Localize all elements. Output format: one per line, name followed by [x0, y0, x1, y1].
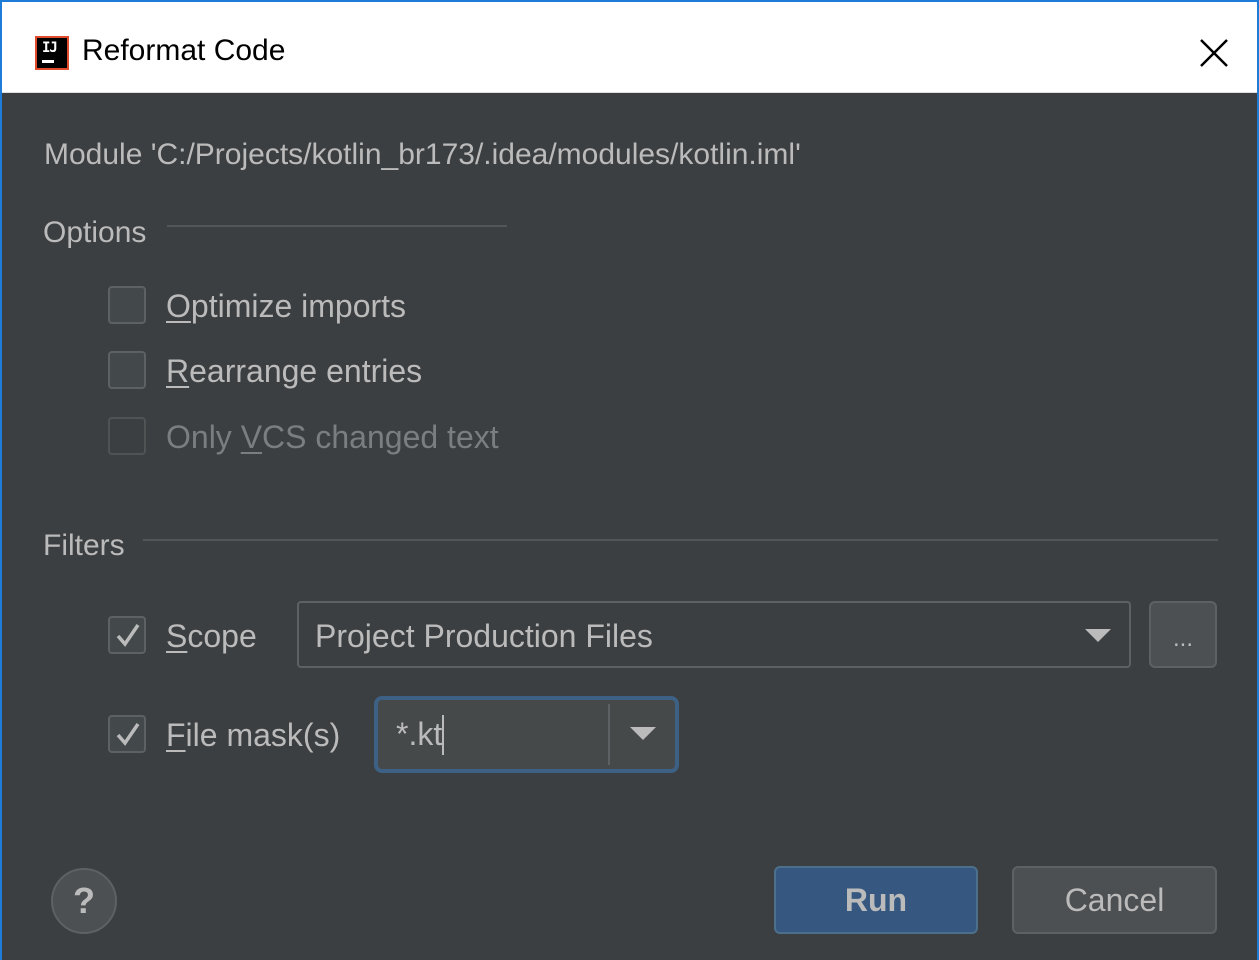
only-vcs-changed-text-checkbox: [108, 417, 146, 455]
cancel-button[interactable]: Cancel: [1012, 866, 1217, 934]
help-icon: ?: [73, 880, 95, 921]
browse-label: ...: [1172, 625, 1193, 652]
text-caret: [442, 715, 444, 755]
close-button[interactable]: [1185, 26, 1241, 82]
rearrange-entries-checkbox[interactable]: [108, 351, 146, 389]
title-bar: IJ Reformat Code: [2, 2, 1257, 93]
module-path-label: Module 'C:/Projects/kotlin_br173/.idea/m…: [44, 138, 801, 171]
only-vcs-changed-text-label: Only VCS changed text: [166, 419, 499, 455]
file-mask-input[interactable]: *.kt: [382, 704, 610, 765]
checkmark-icon: [116, 723, 140, 746]
file-mask-combobox[interactable]: *.kt: [374, 696, 679, 773]
scope-browse-button[interactable]: ...: [1149, 601, 1217, 668]
dropdown-arrow-icon: [1085, 629, 1111, 642]
rearrange-entries-label[interactable]: Rearrange entries: [166, 353, 422, 390]
options-section-label: Options: [43, 216, 147, 249]
file-mask-label[interactable]: File mask(s): [166, 717, 340, 754]
checkmark-icon: [116, 624, 140, 647]
scope-checkbox[interactable]: [108, 616, 146, 654]
reformat-code-dialog: IJ Reformat Code Module 'C:/Projects/kot…: [0, 0, 1259, 960]
file-mask-checkbox[interactable]: [108, 715, 146, 753]
help-button[interactable]: ?: [51, 868, 117, 934]
filters-section-label: Filters: [43, 529, 125, 562]
optimize-imports-label[interactable]: Optimize imports: [166, 288, 406, 325]
optimize-imports-checkbox[interactable]: [108, 286, 146, 324]
intellij-idea-icon: IJ: [35, 36, 69, 70]
file-mask-value: *.kt: [396, 716, 443, 752]
run-button[interactable]: Run: [774, 866, 978, 934]
options-separator: [167, 225, 507, 227]
filters-separator: [143, 539, 1218, 541]
scope-selected-value: Project Production Files: [315, 618, 653, 654]
scope-dropdown[interactable]: Project Production Files: [297, 601, 1131, 668]
dialog-title: Reformat Code: [82, 34, 286, 67]
close-icon: [1200, 39, 1228, 67]
dropdown-arrow-icon[interactable]: [630, 727, 656, 740]
scope-label[interactable]: Scope: [166, 618, 257, 655]
